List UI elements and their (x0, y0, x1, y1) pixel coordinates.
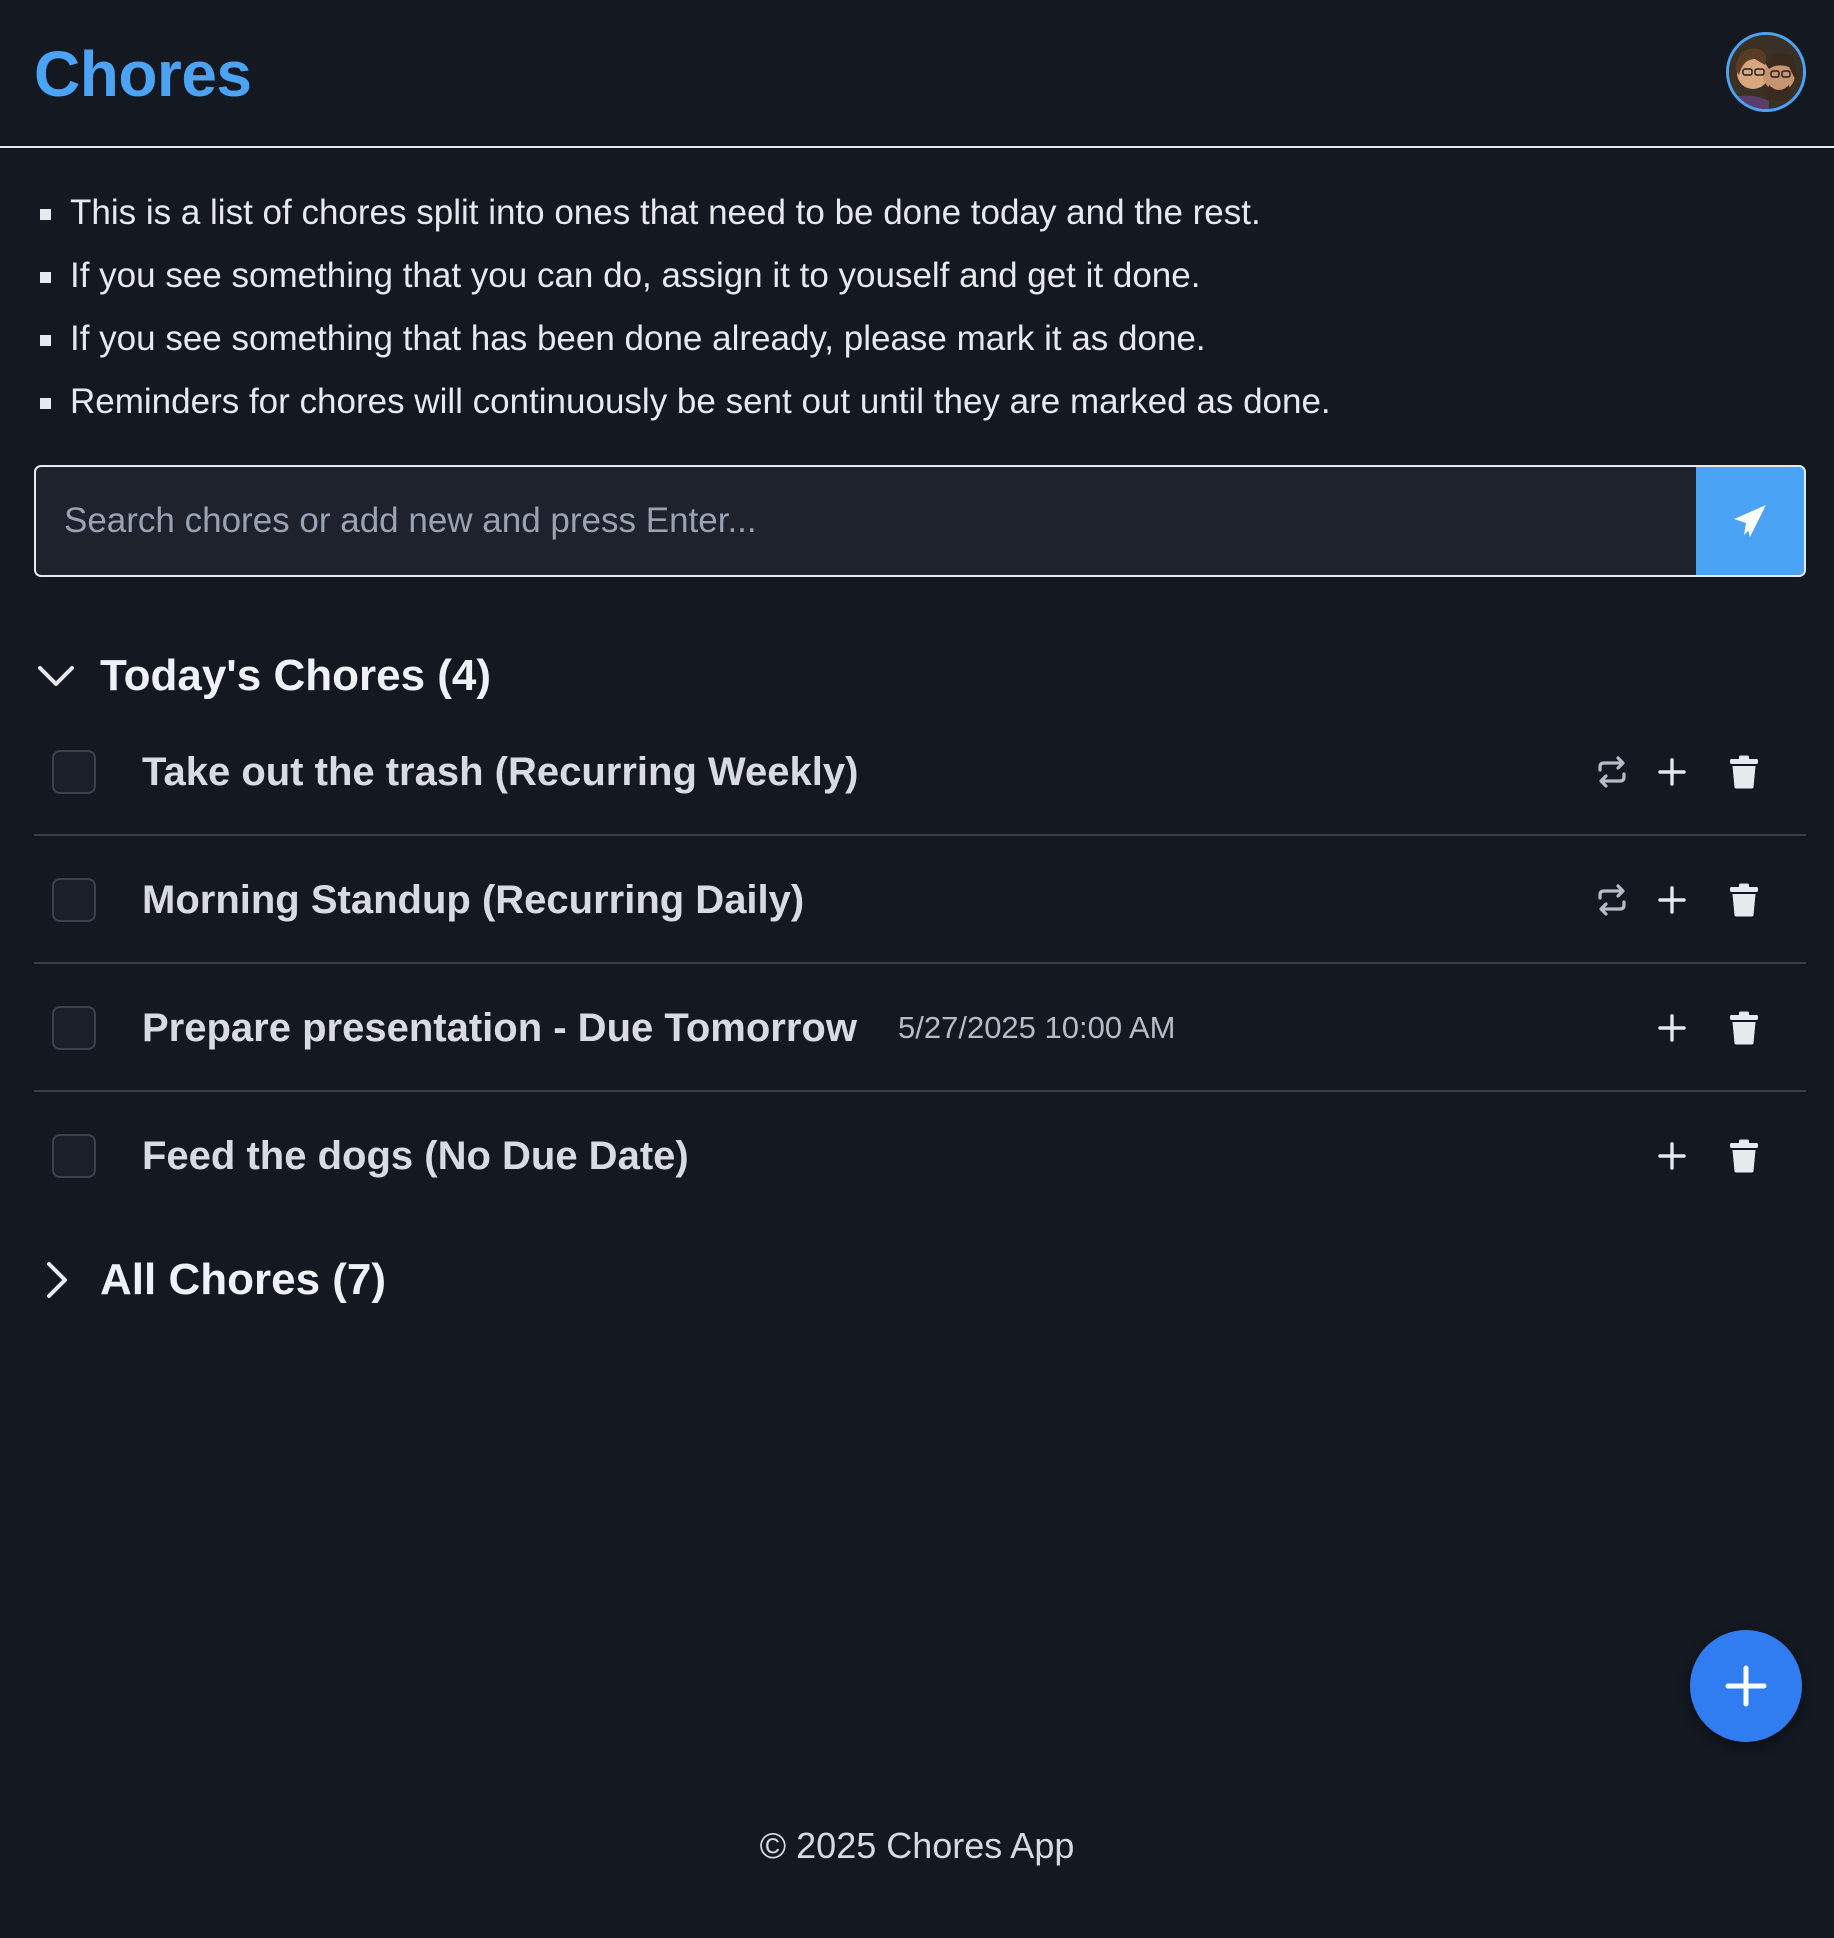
info-item: This is a list of chores split into ones… (36, 186, 1796, 249)
due-date: 5/27/2025 10:00 AM (898, 1010, 1176, 1045)
recurring-icon[interactable] (1588, 876, 1636, 924)
add-subtask-button[interactable] (1648, 1132, 1696, 1180)
bullet-icon (40, 398, 51, 409)
delete-button[interactable] (1720, 1132, 1768, 1180)
trash-icon (1730, 1011, 1758, 1045)
app-header: Chores (0, 0, 1834, 148)
add-subtask-button[interactable] (1648, 876, 1696, 924)
plus-icon (1658, 886, 1686, 914)
send-button[interactable] (1696, 467, 1804, 575)
info-text: This is a list of chores split into ones… (70, 193, 1261, 232)
chevron-right-icon (34, 1258, 78, 1302)
search-bar (34, 465, 1806, 577)
chevron-down-icon (34, 654, 78, 698)
plus-icon (1725, 1665, 1767, 1707)
bullet-icon (40, 209, 51, 220)
user-avatar-icon (1729, 35, 1803, 109)
todays-chores-header[interactable]: Today's Chores (4) (34, 646, 491, 706)
user-avatar[interactable] (1726, 32, 1806, 112)
info-text: Reminders for chores will continuously b… (70, 382, 1331, 421)
section-title: Today's Chores (4) (100, 651, 492, 700)
info-text: If you see something that you can do, as… (70, 256, 1201, 295)
chore-checkbox[interactable] (52, 1006, 96, 1050)
search-input[interactable] (36, 467, 1698, 575)
section-title: All Chores (7) (100, 1255, 387, 1304)
all-chores-header[interactable]: All Chores (7) (34, 1250, 386, 1310)
chore-checkbox[interactable] (52, 1134, 96, 1178)
delete-button[interactable] (1720, 1004, 1768, 1052)
chore-checkbox[interactable] (52, 878, 96, 922)
app-title: Chores (34, 38, 252, 110)
plus-icon (1658, 758, 1686, 786)
paper-plane-icon (1734, 505, 1766, 537)
bullet-icon (40, 335, 51, 346)
recurring-icon[interactable] (1588, 748, 1636, 796)
plus-icon (1658, 1142, 1686, 1170)
footer: © 2025 Chores App (759, 1825, 1075, 1866)
chore-title: Prepare presentation - Due Tomorrow (142, 1006, 857, 1050)
delete-button[interactable] (1720, 748, 1768, 796)
info-text: If you see something that has been done … (70, 319, 1206, 358)
chore-row: Feed the dogs (No Due Date) (34, 1092, 1806, 1220)
delete-button[interactable] (1720, 876, 1768, 924)
add-subtask-button[interactable] (1648, 1004, 1696, 1052)
chore-title: Take out the trash (Recurring Weekly) (142, 750, 859, 794)
chore-checkbox[interactable] (52, 750, 96, 794)
chore-row: Take out the trash (Recurring Weekly) (34, 708, 1806, 836)
info-item: Reminders for chores will continuously b… (36, 375, 1796, 438)
info-list: This is a list of chores split into ones… (36, 186, 1796, 438)
plus-icon (1658, 1014, 1686, 1042)
chore-title: Feed the dogs (No Due Date) (142, 1134, 689, 1178)
add-chore-button[interactable] (1690, 1630, 1802, 1742)
add-subtask-button[interactable] (1648, 748, 1696, 796)
bullet-icon (40, 272, 51, 283)
trash-icon (1730, 755, 1758, 789)
trash-icon (1730, 883, 1758, 917)
chore-row: Morning Standup (Recurring Daily) (34, 836, 1806, 964)
chore-row: Prepare presentation - Due Tomorrow 5/27… (34, 964, 1806, 1092)
chore-title: Morning Standup (Recurring Daily) (142, 878, 805, 922)
trash-icon (1730, 1139, 1758, 1173)
info-item: If you see something that you can do, as… (36, 249, 1796, 312)
info-item: If you see something that has been done … (36, 312, 1796, 375)
